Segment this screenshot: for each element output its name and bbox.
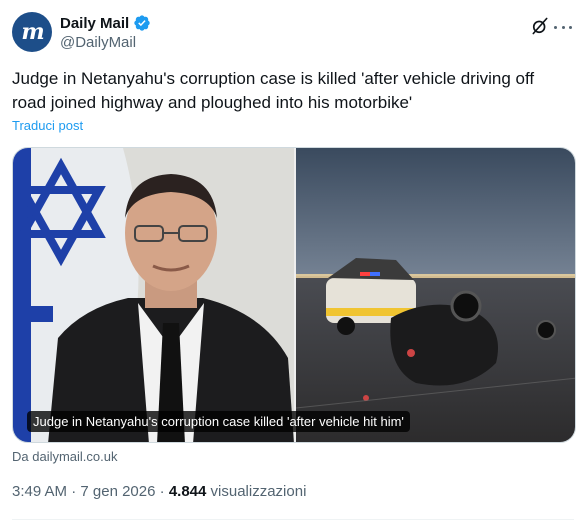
handle[interactable]: @DailyMail: [60, 34, 136, 51]
grok-icon[interactable]: [530, 16, 550, 36]
translate-post-link[interactable]: Traduci post: [12, 118, 83, 133]
tweet-time[interactable]: 3:49 AM: [12, 483, 67, 500]
card-source[interactable]: Da dailymail.co.uk: [12, 449, 118, 464]
meta-separator: ·: [159, 483, 165, 500]
card-caption: Judge in Netanyahu's corruption case kil…: [27, 411, 410, 432]
meta-separator: ·: [71, 483, 77, 500]
tweet-text: Judge in Netanyahu's corruption case is …: [12, 69, 535, 112]
views-label: visualizzazioni: [210, 483, 307, 500]
tweet-header: m Daily Mail @DailyMail: [12, 12, 572, 54]
link-card[interactable]: Judge in Netanyahu's corruption case kil…: [12, 147, 576, 443]
divider: [12, 519, 574, 520]
views-count: 4.844: [168, 483, 207, 500]
tweet-meta: 3:49 AM · 7 gen 2026 · 4.844 visualizzaz…: [12, 483, 306, 500]
crash-scene-image: [296, 148, 575, 442]
tweet-date[interactable]: 7 gen 2026: [80, 483, 155, 500]
name-row: Daily Mail: [60, 14, 151, 32]
avatar[interactable]: m: [12, 12, 52, 52]
avatar-logo: m: [21, 19, 44, 45]
verified-badge-icon[interactable]: [133, 14, 151, 32]
more-icon[interactable]: [554, 18, 572, 36]
display-name[interactable]: Daily Mail: [60, 15, 129, 32]
judge-portrait-image: [13, 148, 294, 442]
